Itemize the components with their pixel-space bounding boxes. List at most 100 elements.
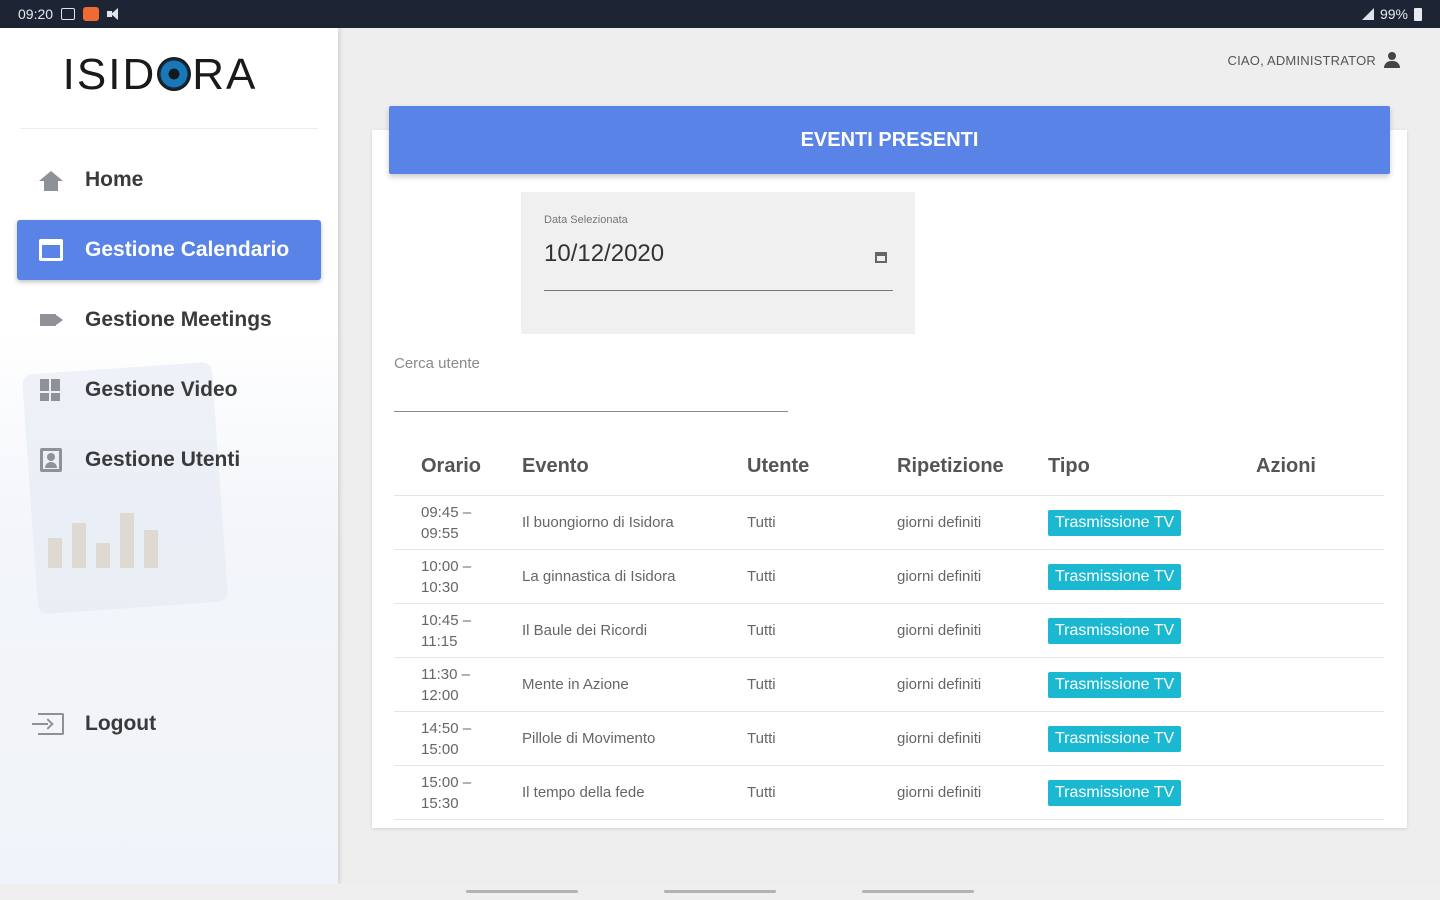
sidebar-item-home[interactable]: Home (17, 150, 321, 210)
calendar-picker-icon[interactable] (875, 252, 887, 263)
nav-hint-center[interactable] (664, 890, 776, 893)
logout-button[interactable]: Logout (17, 694, 321, 754)
cell-repeat: giorni definiti (897, 514, 982, 531)
cell-repeat: giorni definiti (897, 730, 982, 747)
sidebar-item-gestione-meetings[interactable]: Gestione Meetings (17, 290, 321, 350)
user-greeting[interactable]: CIAO, ADMINISTRATOR (1227, 52, 1400, 68)
cell-repeat: giorni definiti (897, 784, 982, 801)
card-title: EVENTI PRESENTI (389, 106, 1390, 174)
cell-type: Trasmissione TV (1048, 779, 1256, 806)
cell-type: Trasmissione TV (1048, 671, 1256, 698)
cell-event: Mente in Azione (522, 676, 629, 693)
type-badge: Trasmissione TV (1048, 509, 1182, 536)
videocam-icon (37, 308, 65, 332)
cell-user: Tutti (747, 784, 776, 801)
home-icon (37, 168, 65, 192)
cell-type: Trasmissione TV (1048, 725, 1256, 752)
logout-icon (32, 712, 65, 736)
sidebar-item-gestione-video[interactable]: Gestione Video (17, 360, 321, 420)
cell-event: Il tempo della fede (522, 784, 645, 801)
cell-time: 11:30 –12:00 (421, 665, 470, 704)
logo-text-right: RA (192, 50, 258, 99)
table-row[interactable]: 14:50 –15:00 Pillole di Movimento Tutti … (394, 712, 1384, 766)
sidebar: ISID RA Home Gestione Calendario Gestione… (0, 28, 338, 884)
dashboard-icon (37, 378, 65, 402)
cell-user: Tutti (747, 568, 776, 585)
col-tipo: Tipo (1048, 455, 1090, 477)
table-row[interactable]: 11:30 –12:00 Mente in Azione Tutti giorn… (394, 658, 1384, 712)
cell-type: Trasmissione TV (1048, 563, 1256, 590)
col-evento: Evento (522, 455, 589, 477)
cell-type: Trasmissione TV (1048, 617, 1256, 644)
logo-text-left: ISID (62, 50, 157, 99)
logo-divider (20, 128, 318, 129)
table-row[interactable]: 10:00 –10:30 La ginnastica di Isidora Tu… (394, 550, 1384, 604)
type-badge: Trasmissione TV (1048, 671, 1182, 698)
table-row[interactable]: 10:45 –11:15 Il Baule dei Ricordi Tutti … (394, 604, 1384, 658)
user-search: Cerca utente (394, 352, 788, 414)
table-row[interactable]: 09:45 –09:55 Il buongiorno di Isidora Tu… (394, 496, 1384, 550)
android-status-bar: 09:20 99% (0, 0, 1440, 28)
date-label: Data Selezionata (544, 214, 628, 226)
cell-type: Trasmissione TV (1048, 509, 1256, 536)
calendar-icon (37, 238, 65, 262)
cell-time: 14:50 –15:00 (421, 719, 472, 758)
status-time: 09:20 (18, 6, 54, 22)
col-azioni: Azioni (1256, 455, 1316, 477)
sound-icon (107, 8, 123, 20)
table-header: Orario Evento Utente Ripetizione Tipo Az… (394, 438, 1384, 496)
signal-icon (1361, 8, 1374, 20)
android-navigation-bar (0, 884, 1440, 900)
sidebar-item-label: Gestione Meetings (85, 308, 272, 331)
user-badge-icon (37, 448, 65, 472)
type-badge: Trasmissione TV (1048, 779, 1182, 806)
cell-event: Pillole di Movimento (522, 730, 656, 747)
cell-repeat: giorni definiti (897, 568, 982, 585)
cell-event: Il Baule dei Ricordi (522, 622, 648, 639)
cell-repeat: giorni definiti (897, 622, 982, 639)
sidebar-item-label: Home (85, 168, 144, 191)
sidebar-item-gestione-utenti[interactable]: Gestione Utenti (17, 430, 321, 490)
events-table: Orario Evento Utente Ripetizione Tipo Az… (394, 438, 1384, 820)
cell-time: 10:00 –10:30 (421, 557, 472, 596)
cell-repeat: giorni definiti (897, 676, 982, 693)
type-badge: Trasmissione TV (1048, 563, 1182, 590)
type-badge: Trasmissione TV (1048, 725, 1182, 752)
logout-label: Logout (85, 712, 157, 735)
cell-time: 10:45 –11:15 (421, 611, 472, 650)
search-input[interactable] (394, 376, 788, 412)
battery-icon (1414, 7, 1422, 21)
sidebar-background-chart (48, 508, 198, 568)
sidebar-item-label: Gestione Video (85, 378, 238, 401)
col-orario: Orario (421, 455, 482, 477)
col-ripetizione: Ripetizione (897, 455, 1004, 477)
date-picker-field[interactable]: Data Selezionata 10/12/2020 (521, 192, 915, 334)
col-utente: Utente (747, 455, 810, 477)
cell-time: 15:00 –15:30 (421, 773, 472, 812)
nav-hint-right[interactable] (862, 890, 974, 893)
battery-percent: 99% (1379, 6, 1408, 22)
cell-user: Tutti (747, 676, 776, 693)
search-label: Cerca utente (394, 355, 480, 372)
isidora-logo: ISID RA (0, 50, 320, 100)
table-row[interactable]: 15:00 –15:30 Il tempo della fede Tutti g… (394, 766, 1384, 820)
date-underline (544, 290, 893, 291)
sidebar-item-label: Gestione Calendario (85, 238, 290, 261)
cell-event: La ginnastica di Isidora (522, 568, 676, 585)
cell-user: Tutti (747, 622, 776, 639)
app-notification-icon (83, 7, 100, 21)
cell-time: 09:45 –09:55 (421, 503, 472, 542)
cell-event: Il buongiorno di Isidora (522, 514, 674, 531)
cell-user: Tutti (747, 514, 776, 531)
nav-hint-left[interactable] (466, 890, 578, 893)
person-icon (1384, 52, 1400, 68)
sidebar-nav: Home Gestione Calendario Gestione Meetin… (17, 150, 321, 500)
sidebar-item-gestione-calendario[interactable]: Gestione Calendario (17, 220, 321, 280)
type-badge: Trasmissione TV (1048, 617, 1182, 644)
gallery-notification-icon (61, 8, 76, 20)
greeting-text: CIAO, ADMINISTRATOR (1227, 52, 1376, 68)
cell-user: Tutti (747, 730, 776, 747)
sidebar-item-label: Gestione Utenti (85, 448, 241, 471)
logo-eye-icon (157, 57, 192, 91)
date-value: 10/12/2020 (544, 240, 665, 267)
